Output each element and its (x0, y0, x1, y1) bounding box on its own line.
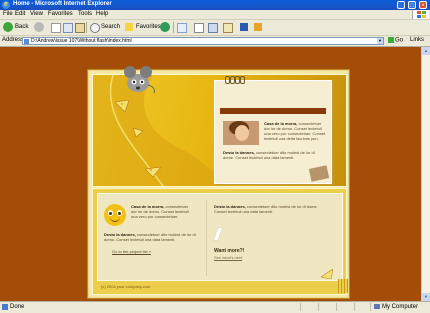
status-bar: Done My Computer (0, 301, 430, 313)
toolbar-separator (173, 22, 174, 33)
status-divider (354, 303, 355, 311)
address-label: Address (2, 37, 25, 43)
research-icon[interactable] (240, 23, 248, 31)
status-text: Done (10, 304, 25, 310)
go-button[interactable]: Go (388, 37, 403, 44)
stripe-decoration (338, 279, 348, 293)
card-paragraph-2: Desto la dannes, consectetuer dito moles… (223, 150, 319, 160)
woman-photo (223, 121, 259, 145)
maximize-button[interactable]: □ (408, 1, 416, 9)
toolbar: Back Search Favorites (0, 20, 430, 36)
status-divider (300, 303, 301, 311)
computer-icon (374, 304, 380, 309)
menu-help[interactable]: Help (96, 11, 108, 17)
discuss-icon[interactable] (223, 23, 233, 33)
go-arrow-icon (388, 37, 394, 43)
close-button[interactable]: × (419, 1, 427, 9)
forward-arrow-icon[interactable] (34, 22, 44, 32)
want-more-heading: Want more?! (214, 248, 245, 254)
cheese-icon (321, 269, 333, 279)
menu-file[interactable]: File (3, 11, 13, 17)
toolbar-separator (86, 22, 87, 33)
back-arrow-icon[interactable] (3, 22, 13, 32)
project-list-link-label: Go to the project list (112, 249, 148, 254)
content-panel: Casa de la morra, consectetuer dor lor d… (92, 188, 348, 295)
feature-card: Casa de la morra, consectetuer dor lor d… (214, 76, 332, 184)
search-button[interactable]: Search (101, 22, 120, 33)
address-dropdown-icon[interactable]: ▼ (377, 38, 383, 44)
edit-icon[interactable] (208, 23, 218, 33)
back-button[interactable]: Back (15, 22, 28, 33)
menu-bar: File Edit View Favorites Tools Help (0, 10, 430, 20)
menu-favorites[interactable]: Favorites (48, 11, 73, 17)
print-icon[interactable] (194, 23, 204, 33)
cheese-icon (115, 100, 129, 112)
menu-tools[interactable]: Tools (78, 11, 92, 17)
content-paragraph-3: Desto la dannes, consectetuer dito moles… (214, 204, 324, 214)
favorites-star-icon[interactable] (125, 23, 133, 31)
see-more-link[interactable]: See what's next (214, 255, 242, 260)
minimize-button[interactable]: _ (397, 1, 405, 9)
mouse-mascot-icon (124, 66, 155, 94)
menu-view[interactable]: View (30, 11, 43, 17)
title-bar: e Home - Microsoft Internet Explorer _ □… (0, 0, 430, 10)
address-url: D:\Andrew\issue 107\Without flash\index.… (31, 38, 132, 44)
address-input[interactable]: D:\Andrew\issue 107\Without flash\index.… (22, 37, 384, 45)
vertical-scrollbar[interactable]: ▲ ▼ (421, 47, 430, 301)
wave-decoration (93, 75, 233, 186)
media-icon[interactable] (160, 22, 170, 32)
address-bar: Address D:\Andrew\issue 107\Without flas… (0, 36, 430, 47)
status-divider (370, 303, 371, 311)
copyright-text: (c) 2004 your company.com (101, 284, 151, 289)
stop-icon[interactable] (51, 23, 61, 33)
smiley-cheese-icon (104, 204, 126, 226)
status-divider (318, 303, 319, 311)
home-icon[interactable] (75, 23, 85, 33)
ie-logo-icon: e (2, 1, 10, 9)
status-divider (336, 303, 337, 311)
hook-decoration (240, 76, 245, 84)
go-label: Go (395, 37, 404, 44)
window-title: Home - Microsoft Internet Explorer (13, 1, 112, 7)
card-paragraph-1: Casa de la morra, consectetuer dor lor d… (264, 121, 328, 141)
scroll-down-icon[interactable]: ▼ (422, 293, 430, 301)
content-paragraph-2: Desto la dannes, consectetuer dito moles… (104, 232, 196, 242)
links-button[interactable]: Links (410, 37, 424, 43)
project-list-link[interactable]: Go to the project list » (112, 249, 151, 254)
column-divider (206, 200, 207, 276)
menu-edit[interactable]: Edit (15, 11, 25, 17)
card-header-bar (220, 108, 326, 114)
box-image (308, 165, 330, 182)
cheese-icon (133, 128, 143, 137)
mail-icon[interactable] (177, 23, 187, 33)
arrow-icon: » (148, 249, 151, 254)
security-zone-label: My Computer (382, 304, 419, 311)
refresh-icon[interactable] (63, 23, 73, 33)
cheese-icon (145, 167, 161, 177)
favorites-button[interactable]: Favorites (136, 22, 161, 33)
content-inner: Casa de la morra, consectetuer dor lor d… (97, 193, 343, 281)
scroll-up-icon[interactable]: ▲ (422, 47, 430, 55)
web-content: Casa de la morra, consectetuer dor lor d… (0, 47, 430, 301)
crystal-icon (213, 228, 223, 240)
page-icon (24, 39, 29, 44)
header-panel: Casa de la morra, consectetuer dor lor d… (92, 66, 347, 187)
search-icon[interactable] (90, 23, 100, 33)
messenger-icon[interactable] (254, 23, 262, 31)
content-paragraph-1: Casa de la morra, consectetuer dor lor d… (131, 204, 189, 219)
security-zone: My Computer (374, 304, 418, 310)
site-frame: Casa de la morra, consectetuer dor lor d… (88, 66, 349, 298)
windows-logo-icon (412, 10, 429, 19)
page-icon (2, 304, 8, 310)
